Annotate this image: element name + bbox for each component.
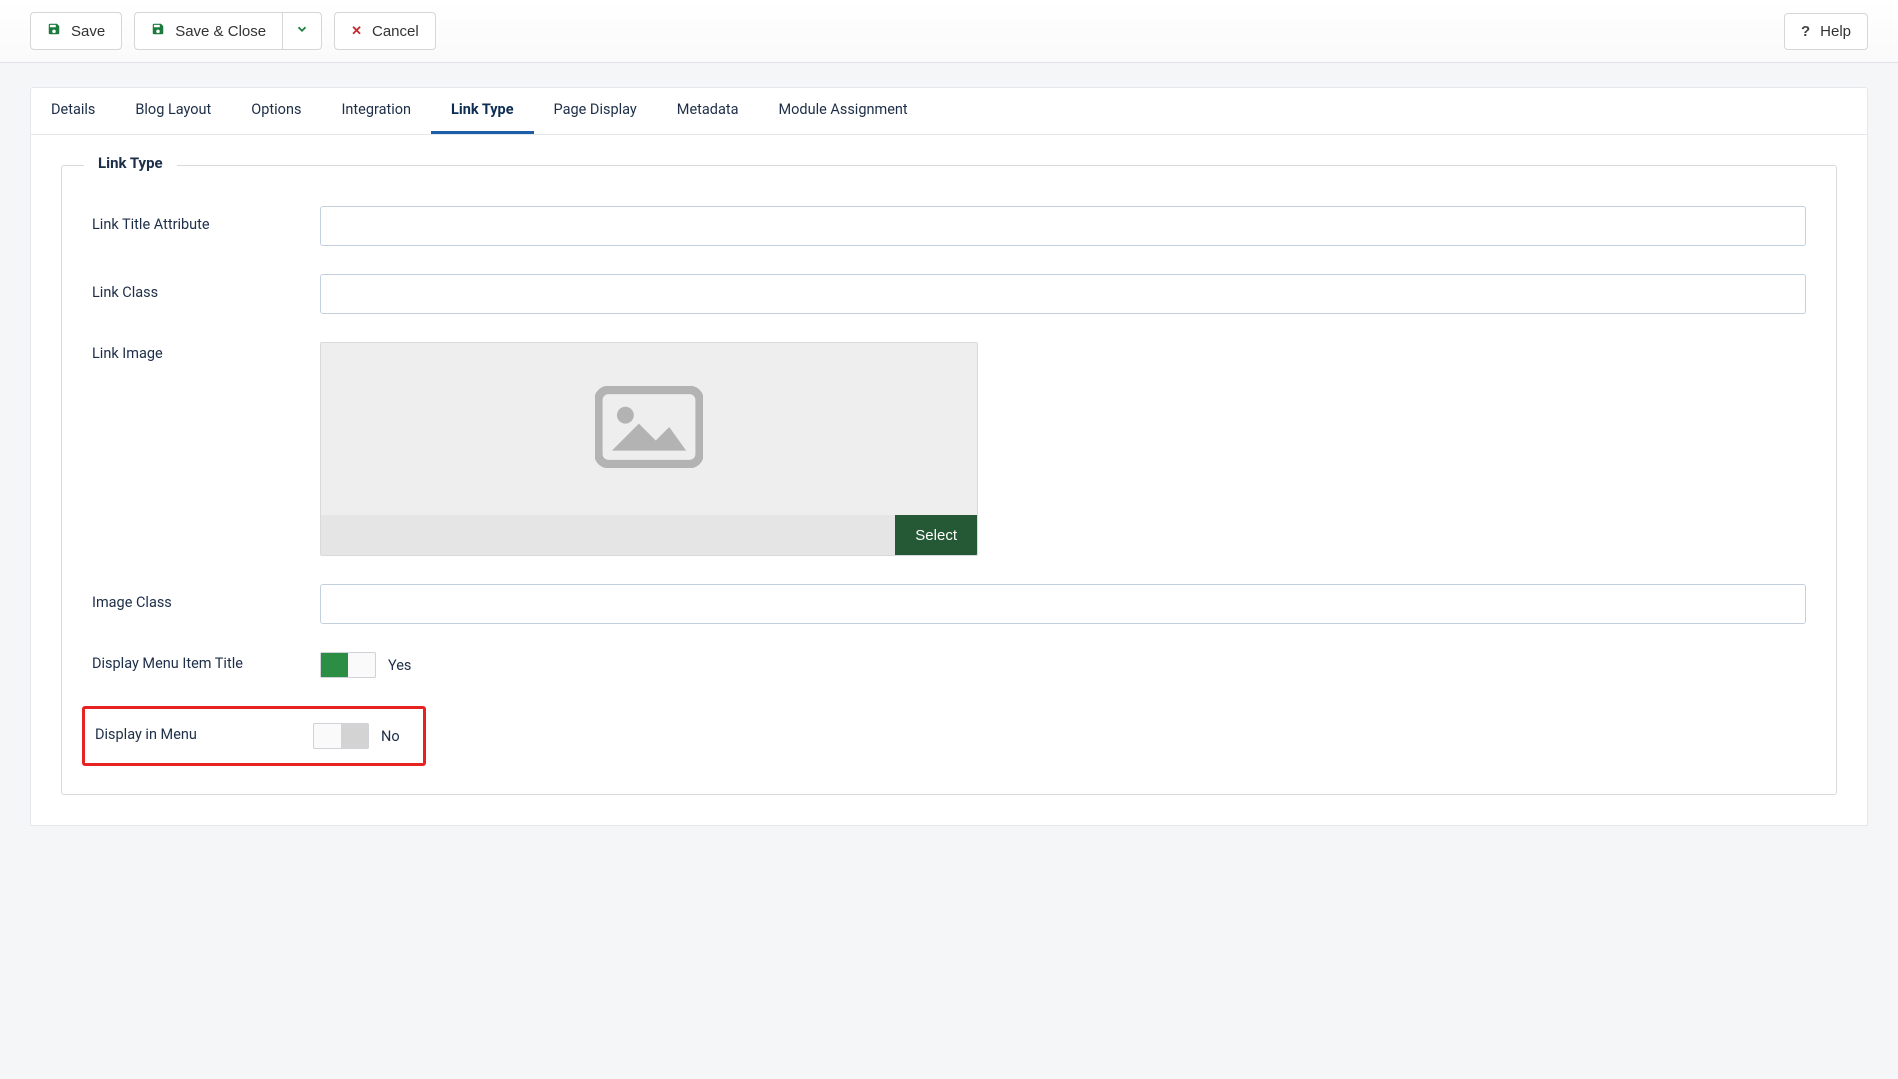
save-close-button[interactable]: Save & Close	[134, 12, 283, 50]
label-link-image: Link Image	[92, 342, 320, 362]
chevron-down-icon	[295, 22, 309, 40]
toggle-display-menu-item-title[interactable]	[320, 652, 376, 678]
toolbar-left: Save Save & Close ✕ Cancel	[30, 12, 436, 50]
row-display-menu-item-title: Display Menu Item Title Yes	[92, 652, 1806, 678]
save-label: Save	[71, 23, 105, 40]
tab-metadata[interactable]: Metadata	[657, 88, 759, 134]
toolbar: Save Save & Close ✕ Cancel ? Help	[0, 0, 1898, 63]
content: Details Blog Layout Options Integration …	[0, 63, 1898, 850]
row-display-in-menu: Display in Menu No	[95, 723, 423, 749]
row-link-title-attribute: Link Title Attribute	[92, 206, 1806, 246]
save-icon	[151, 22, 165, 40]
tab-module-assignment[interactable]: Module Assignment	[758, 88, 927, 134]
save-close-group: Save & Close	[134, 12, 322, 50]
tab-details[interactable]: Details	[31, 88, 115, 134]
row-image-class: Image Class	[92, 584, 1806, 624]
help-label: Help	[1820, 23, 1851, 40]
input-link-title-attribute[interactable]	[320, 206, 1806, 246]
toolbar-right: ? Help	[1784, 13, 1868, 50]
image-preview	[321, 343, 977, 515]
label-display-in-menu: Display in Menu	[95, 723, 313, 743]
row-link-image: Link Image	[92, 342, 1806, 556]
image-footer-spacer	[321, 515, 895, 555]
image-placeholder-icon	[595, 386, 703, 472]
tab-link-type[interactable]: Link Type	[431, 88, 534, 134]
image-footer: Select	[321, 515, 977, 555]
label-display-menu-item-title: Display Menu Item Title	[92, 652, 320, 672]
tab-integration[interactable]: Integration	[321, 88, 431, 134]
cancel-label: Cancel	[372, 23, 419, 40]
save-close-label: Save & Close	[175, 23, 266, 40]
label-image-class: Image Class	[92, 584, 320, 611]
tab-blog-layout[interactable]: Blog Layout	[115, 88, 231, 134]
cancel-button[interactable]: ✕ Cancel	[334, 12, 436, 50]
label-link-class: Link Class	[92, 274, 320, 301]
toggle-knob	[321, 653, 348, 677]
save-icon	[47, 22, 61, 40]
panel: Link Type Link Title Attribute Link Clas…	[30, 135, 1868, 826]
highlight-display-in-menu: Display in Menu No	[82, 706, 426, 766]
help-button[interactable]: ? Help	[1784, 13, 1868, 50]
image-selector: Select	[320, 342, 978, 556]
fieldset-link-type: Link Type Link Title Attribute Link Clas…	[61, 165, 1837, 795]
toggle-state-display-menu-item-title: Yes	[388, 657, 411, 674]
toggle-display-in-menu[interactable]	[313, 723, 369, 749]
input-image-class[interactable]	[320, 584, 1806, 624]
fieldset-legend: Link Type	[84, 154, 177, 172]
label-link-title-attribute: Link Title Attribute	[92, 206, 320, 233]
row-link-class: Link Class	[92, 274, 1806, 314]
help-icon: ?	[1801, 23, 1810, 40]
toggle-knob	[341, 724, 368, 748]
save-dropdown-button[interactable]	[283, 12, 322, 50]
tab-options[interactable]: Options	[231, 88, 321, 134]
save-button[interactable]: Save	[30, 12, 122, 50]
tab-page-display[interactable]: Page Display	[534, 88, 657, 134]
toggle-state-display-in-menu: No	[381, 728, 400, 745]
input-link-class[interactable]	[320, 274, 1806, 314]
close-icon: ✕	[351, 23, 362, 39]
tabs: Details Blog Layout Options Integration …	[30, 87, 1868, 135]
image-select-button[interactable]: Select	[895, 515, 977, 555]
